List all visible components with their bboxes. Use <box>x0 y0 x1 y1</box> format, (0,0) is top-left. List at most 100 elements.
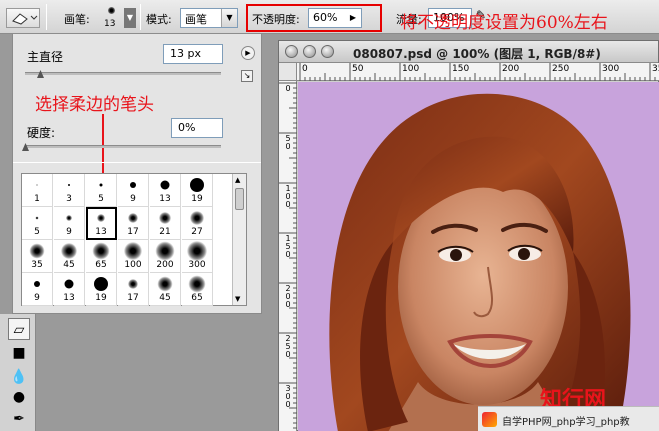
scroll-down-icon[interactable]: ▼ <box>235 295 240 303</box>
dodge-tool-icon[interactable]: ● <box>8 386 30 408</box>
ruler-tick-label: 50 <box>285 134 291 151</box>
brush-preset-cell[interactable]: 65 <box>86 240 117 273</box>
document-title: 080807.psd @ 100% (图层 1, RGB/8#) <box>353 47 601 61</box>
brush-preset-cell[interactable]: 45 <box>150 273 181 306</box>
ruler-tick-label: 250 <box>552 64 570 74</box>
brush-preset-cell[interactable]: 45 <box>54 240 85 273</box>
diameter-slider[interactable] <box>25 72 221 75</box>
brush-preset-size: 27 <box>191 227 203 237</box>
brush-preset-size: 21 <box>159 227 171 237</box>
master-diameter-input[interactable]: 13 px <box>163 44 223 64</box>
chevron-right-icon[interactable]: ▶ <box>345 9 361 27</box>
brush-preset-picker[interactable]: 13 <box>100 4 126 30</box>
hard-brush-tip-icon <box>34 281 40 287</box>
ruler-tick-label: 200 <box>502 64 520 74</box>
brush-preset-cell[interactable]: 27 <box>182 207 213 240</box>
brush-preset-size: 13 <box>63 293 75 303</box>
brush-preset-size: 13 <box>159 194 171 204</box>
brush-preset-size: 65 <box>95 260 107 270</box>
brush-preview-icon <box>108 7 115 14</box>
soft-brush-tip-icon <box>155 241 175 261</box>
brush-preset-size: 3 <box>66 194 72 204</box>
tools-panel: ▱ ■ 💧 ● ✒ <box>0 314 36 431</box>
ruler-tick-label: 100 <box>285 184 291 209</box>
brush-preset-cell[interactable]: 13 <box>86 207 117 240</box>
document-titlebar[interactable]: 080807.psd @ 100% (图层 1, RGB/8#) <box>279 41 658 63</box>
ruler-tick-label: 0 <box>302 64 308 74</box>
brush-preset-cell[interactable]: 17 <box>118 273 149 306</box>
brush-preset-cell[interactable]: 3 <box>54 174 85 207</box>
brush-label: 画笔: <box>64 13 90 26</box>
ruler-tick-label: 300 <box>285 384 291 409</box>
hardness-value: 0% <box>178 121 196 134</box>
brush-preset-cell[interactable]: 200 <box>150 240 181 273</box>
brush-preset-cell[interactable]: 300 <box>182 240 213 273</box>
brush-preset-cell[interactable]: 5 <box>22 207 53 240</box>
preset-scrollbar[interactable]: ▲ ▼ <box>232 174 246 305</box>
brush-preset-cell[interactable]: 35 <box>22 240 53 273</box>
hard-brush-tip-icon <box>68 184 70 186</box>
ruler-tick-label: 300 <box>602 64 620 74</box>
soft-brush-tip-icon <box>66 215 72 221</box>
brush-preset-cell[interactable]: 19 <box>86 273 117 306</box>
panel-divider <box>13 162 261 163</box>
ruler-tick-label: 50 <box>352 64 364 74</box>
image-canvas[interactable] <box>298 82 659 431</box>
pen-tool-icon[interactable]: ✒ <box>8 408 30 430</box>
eraser-icon[interactable] <box>6 8 40 28</box>
brush-preset-cell[interactable]: 21 <box>150 207 181 240</box>
hardness-slider[interactable] <box>25 145 221 148</box>
brush-preset-size: 19 <box>191 194 203 204</box>
scroll-up-icon[interactable]: ▲ <box>235 176 240 184</box>
brush-annotation: 选择柔边的笔头 <box>35 95 154 115</box>
brush-preset-cell[interactable]: 13 <box>150 174 181 207</box>
blur-tool-icon[interactable]: 💧 <box>8 366 30 388</box>
reset-size-icon[interactable]: ↘ <box>241 70 253 82</box>
brush-preset-cell[interactable]: 17 <box>118 207 149 240</box>
brush-preset-cell[interactable]: 9 <box>118 174 149 207</box>
brush-preset-cell[interactable]: 9 <box>22 273 53 306</box>
chevron-down-icon: ▼ <box>221 9 237 27</box>
hard-brush-tip-icon <box>130 182 136 188</box>
soft-brush-tip-icon <box>92 242 110 260</box>
brush-preset-size: 5 <box>98 194 104 204</box>
brush-preset-size: 19 <box>95 293 107 303</box>
soft-brush-tip-icon <box>97 214 105 222</box>
brush-preset-grid: 1 3 5 9 13 19 5 9 13 17 21 27 35 45 65 100 200 300 9 13 19 17… <box>21 173 247 306</box>
opacity-value: 60% <box>313 11 338 24</box>
soft-brush-tip-icon <box>128 213 138 223</box>
brush-preset-cell[interactable]: 9 <box>54 207 85 240</box>
brush-preset-size: 17 <box>127 293 139 303</box>
gradient-tool-icon[interactable]: ■ <box>8 342 30 364</box>
watermark-bar: 自学PHP网_php学习_php教 <box>478 406 659 431</box>
opacity-input[interactable]: 60% ▶ <box>308 8 362 28</box>
mode-value: 画笔 <box>185 13 207 26</box>
brush-preset-cell[interactable]: 1 <box>22 174 53 207</box>
brush-preset-size: 45 <box>63 260 75 270</box>
brush-preset-cell[interactable]: 65 <box>182 273 213 306</box>
ruler-horizontal: 0 50 100 150 200 250 300 350 <box>297 63 659 81</box>
brush-preset-cell[interactable]: 13 <box>54 273 85 306</box>
master-diameter-label: 主直径 <box>27 50 64 64</box>
mode-select[interactable]: 画笔 ▼ <box>180 8 238 28</box>
brush-picker-dropdown[interactable]: ▼ <box>124 8 136 28</box>
scroll-thumb[interactable] <box>235 188 244 210</box>
brush-preset-cell[interactable]: 19 <box>182 174 213 207</box>
hard-brush-tip-icon <box>99 183 103 187</box>
soft-brush-tip-icon <box>35 216 39 220</box>
brush-preset-cell[interactable]: 100 <box>118 240 149 273</box>
hard-brush-tip-icon <box>190 178 204 192</box>
portrait-photo <box>329 93 631 431</box>
soft-brush-tip-icon <box>61 243 77 259</box>
hardness-input[interactable]: 0% <box>171 118 223 138</box>
minimize-window-icon[interactable] <box>303 45 316 58</box>
ruler-tick-label: 150 <box>452 64 470 74</box>
panel-menu-button[interactable]: ▶ <box>241 46 255 60</box>
opacity-label: 不透明度: <box>252 13 300 26</box>
eraser-tool-icon[interactable]: ▱ <box>8 318 30 340</box>
ruler-tick-label: 150 <box>285 234 291 259</box>
close-window-icon[interactable] <box>285 45 298 58</box>
brush-preset-cell[interactable]: 5 <box>86 174 117 207</box>
brush-preset-size: 45 <box>159 293 171 303</box>
maximize-window-icon[interactable] <box>321 45 334 58</box>
